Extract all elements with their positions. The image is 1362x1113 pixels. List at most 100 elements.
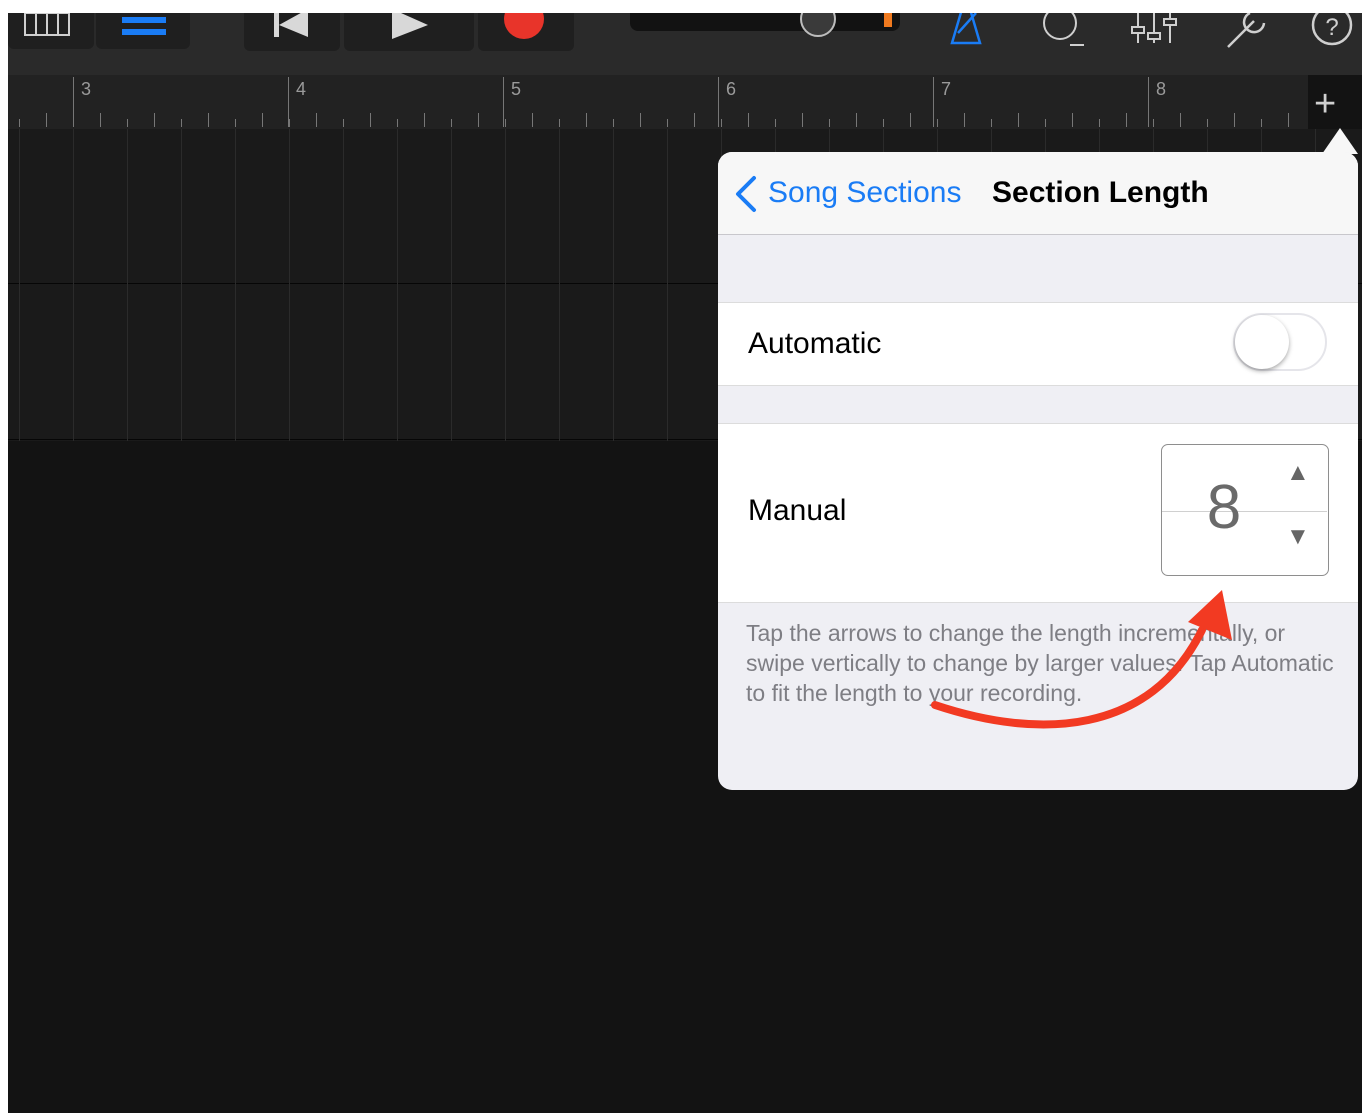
ruler-minor-tick bbox=[1072, 113, 1073, 127]
popover-nav-bar: Song Sections Section Length bbox=[718, 152, 1358, 235]
beat-gridline bbox=[289, 129, 290, 441]
tracks-view-button[interactable] bbox=[96, 13, 190, 49]
ruler-major-tick bbox=[718, 77, 719, 127]
back-button-song-sections[interactable]: Song Sections bbox=[768, 176, 961, 210]
ruler-minor-tick bbox=[1045, 119, 1046, 127]
ruler-minor-tick bbox=[1234, 113, 1235, 127]
ruler-major-tick bbox=[503, 77, 504, 127]
section-length-popover: Song Sections Section Length Automatic M… bbox=[718, 152, 1358, 790]
ruler-minor-tick bbox=[478, 113, 479, 127]
beat-gridline bbox=[505, 129, 506, 441]
ruler-major-tick bbox=[1148, 77, 1149, 127]
beat-gridline bbox=[343, 129, 344, 441]
ruler-minor-tick bbox=[991, 119, 992, 127]
ruler-minor-tick bbox=[1099, 119, 1100, 127]
ruler-minor-tick bbox=[505, 119, 506, 127]
ruler-minor-tick bbox=[613, 119, 614, 127]
popover-title: Section Length bbox=[992, 176, 1209, 209]
chevron-left-icon[interactable] bbox=[732, 174, 762, 214]
ruler-minor-tick bbox=[397, 119, 398, 127]
ruler-minor-tick bbox=[748, 113, 749, 127]
ruler-minor-tick bbox=[208, 113, 209, 127]
record-button[interactable] bbox=[478, 13, 574, 51]
ruler-minor-tick bbox=[289, 119, 290, 127]
svg-text:?: ? bbox=[1325, 14, 1338, 41]
ruler-minor-tick bbox=[910, 113, 911, 127]
control-bar: ? bbox=[8, 13, 1362, 75]
ruler-minor-tick bbox=[19, 119, 20, 127]
rewind-button[interactable] bbox=[244, 13, 340, 51]
ruler-minor-tick bbox=[802, 113, 803, 127]
ruler-minor-tick bbox=[937, 119, 938, 127]
volume-slider-knob[interactable] bbox=[800, 13, 836, 37]
ruler-minor-tick bbox=[964, 113, 965, 127]
beat-gridline bbox=[397, 129, 398, 441]
beat-gridline bbox=[613, 129, 614, 441]
ruler-minor-tick bbox=[451, 119, 452, 127]
ruler-minor-tick bbox=[559, 119, 560, 127]
ruler-minor-tick bbox=[883, 119, 884, 127]
help-text: Tap the arrows to change the length incr… bbox=[746, 620, 1334, 706]
ruler-minor-tick bbox=[1153, 119, 1154, 127]
ruler-minor-tick bbox=[775, 119, 776, 127]
increment-arrow-icon[interactable]: ▲ bbox=[1286, 459, 1310, 487]
toggle-knob bbox=[1235, 315, 1289, 369]
ruler-minor-tick bbox=[316, 113, 317, 127]
beat-gridline bbox=[19, 129, 20, 441]
beat-gridline bbox=[73, 129, 74, 441]
length-value: 8 bbox=[1206, 473, 1242, 542]
ruler-minor-tick bbox=[181, 119, 182, 127]
keyboard-icon bbox=[24, 13, 70, 36]
ruler-minor-tick bbox=[829, 119, 830, 127]
add-section-button[interactable]: + bbox=[1314, 85, 1336, 123]
help-icon[interactable]: ? bbox=[1310, 13, 1354, 53]
ruler-minor-tick bbox=[154, 113, 155, 127]
ruler-minor-tick bbox=[586, 113, 587, 127]
manual-label: Manual bbox=[748, 494, 847, 527]
settings-icon[interactable] bbox=[1224, 13, 1274, 53]
mixer-icon[interactable] bbox=[1130, 13, 1180, 47]
ruler-minor-tick bbox=[856, 113, 857, 127]
automatic-label: Automatic bbox=[748, 327, 882, 360]
metronome-icon[interactable] bbox=[946, 13, 986, 47]
beat-gridline bbox=[181, 129, 182, 441]
ruler-minor-tick bbox=[100, 113, 101, 127]
ruler-bar-number: 7 bbox=[941, 79, 952, 99]
ruler-minor-tick bbox=[235, 119, 236, 127]
ruler-minor-tick bbox=[1288, 113, 1289, 127]
popover-arrow bbox=[1322, 128, 1358, 154]
loop-icon[interactable] bbox=[1038, 13, 1088, 53]
browser-button[interactable] bbox=[8, 13, 94, 49]
ruler-minor-tick bbox=[667, 119, 668, 127]
ruler-minor-tick bbox=[532, 113, 533, 127]
ruler-major-tick bbox=[933, 77, 934, 127]
volume-slider[interactable] bbox=[630, 13, 900, 37]
rewind-icon bbox=[274, 13, 308, 37]
ruler-minor-tick bbox=[1207, 119, 1208, 127]
ruler-minor-tick bbox=[694, 113, 695, 127]
ruler-minor-tick bbox=[1180, 113, 1181, 127]
timeline-ruler[interactable]: 3 4 5 6 7 8 bbox=[8, 75, 1308, 130]
ruler-bar-number: 6 bbox=[726, 79, 737, 99]
ruler-minor-tick bbox=[424, 113, 425, 127]
length-stepper[interactable]: 8 ▲ ▼ bbox=[1161, 444, 1329, 576]
beat-gridline bbox=[127, 129, 128, 441]
beat-gridline bbox=[235, 129, 236, 441]
ruler-minor-tick bbox=[262, 113, 263, 127]
beat-gridline bbox=[451, 129, 452, 441]
ruler-bar-number: 3 bbox=[81, 79, 92, 99]
ruler-minor-tick bbox=[370, 113, 371, 127]
ruler-minor-tick bbox=[1261, 119, 1262, 127]
automatic-toggle[interactable] bbox=[1233, 313, 1327, 371]
tracks-view-icon bbox=[122, 17, 166, 35]
play-button[interactable] bbox=[344, 13, 474, 51]
automatic-row: Automatic bbox=[718, 302, 1358, 386]
decrement-arrow-icon[interactable]: ▼ bbox=[1286, 523, 1310, 551]
ruler-minor-tick bbox=[640, 113, 641, 127]
ruler-minor-tick bbox=[721, 119, 722, 127]
ruler-minor-tick bbox=[73, 119, 74, 127]
ruler-minor-tick bbox=[46, 113, 47, 127]
beat-gridline bbox=[667, 129, 668, 441]
ruler-minor-tick bbox=[1018, 113, 1019, 127]
ruler-minor-tick bbox=[1126, 113, 1127, 127]
